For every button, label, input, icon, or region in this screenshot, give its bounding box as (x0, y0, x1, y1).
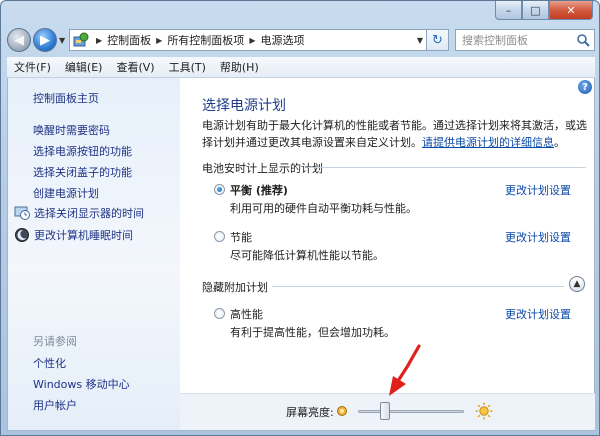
sidebar-item-lid-close[interactable]: 选择关闭盖子的功能 (33, 164, 132, 180)
plan-details-link[interactable]: 请提供电源计划的详细信息 (422, 136, 554, 149)
moon-sleep-icon (15, 228, 29, 242)
close-button[interactable]: ✕ (549, 1, 593, 20)
divider (272, 286, 564, 287)
content-area: 控制面板主页 唤醒时需要密码 选择电源按钮的功能 选择关闭盖子的功能 创建电源计… (7, 78, 595, 431)
sidebar-item-control-panel-home[interactable]: 控制面板主页 (33, 90, 99, 106)
back-arrow-icon: ◀ (14, 32, 24, 48)
forward-arrow-icon: ▶ (40, 32, 50, 48)
plan-balanced-description: 利用可用的硬件自动平衡功耗与性能。 (230, 202, 417, 215)
menu-help[interactable]: 帮助(H) (213, 57, 266, 78)
plan-balanced-radio[interactable] (214, 184, 225, 195)
battery-meter-plans-heading: 电池安时计上显示的计划 (202, 162, 323, 175)
sidebar-item-user-accounts[interactable]: 用户帐户 (33, 397, 77, 413)
breadcrumb-separator[interactable]: ▶ (156, 36, 162, 45)
brightness-slider-thumb[interactable] (379, 402, 390, 420)
change-plan-settings-balanced-link[interactable]: 更改计划设置 (505, 182, 571, 198)
forward-button[interactable]: ▶ (33, 28, 57, 52)
sidebar-item-create-plan[interactable]: 创建电源计划 (33, 185, 99, 201)
plan-balanced-name[interactable]: 平衡 (推荐) (230, 182, 288, 198)
brightness-slider[interactable] (358, 410, 464, 413)
menu-tools[interactable]: 工具(T) (162, 57, 213, 78)
breadcrumb-separator[interactable]: ▶ (249, 36, 255, 45)
chevron-up-icon: ▲ (573, 279, 581, 289)
sidebar: 控制面板主页 唤醒时需要密码 选择电源按钮的功能 选择关闭盖子的功能 创建电源计… (8, 78, 180, 430)
breadcrumb-all-items[interactable]: 所有控制面板项 (167, 32, 244, 48)
plan-high-performance-radio[interactable] (214, 308, 225, 319)
sidebar-item-personalization[interactable]: 个性化 (33, 355, 66, 371)
plan-power-saver-name[interactable]: 节能 (230, 229, 252, 245)
search-placeholder: 搜索控制面板 (462, 34, 528, 47)
address-bar[interactable]: ▶ 控制面板 ▶ 所有控制面板项 ▶ 电源选项 ▼ (69, 29, 427, 51)
refresh-button[interactable]: ↻ (427, 29, 449, 51)
sidebar-item-require-password[interactable]: 唤醒时需要密码 (33, 122, 110, 138)
bright-brightness-icon (475, 402, 493, 420)
breadcrumb-control-panel[interactable]: 控制面板 (107, 32, 151, 48)
search-input[interactable]: 搜索控制面板 (455, 29, 595, 51)
hide-additional-plans-heading[interactable]: 隐藏附加计划 (202, 279, 268, 295)
caption-buttons: – □ ✕ (495, 1, 593, 21)
maximize-button[interactable]: □ (522, 1, 549, 20)
page-description: 电源计划有助于最大化计算机的性能或者节能。通过选择计划来将其激活，或选择计划并通… (202, 117, 587, 151)
window-frame: – □ ✕ ◀ ▶ ▼ ▶ 控制面板 ▶ 所有控制面板项 ▶ 电源选项 ▼ ↻ … (0, 0, 600, 436)
address-dropdown-icon[interactable]: ▼ (417, 36, 423, 45)
plan-high-performance-name[interactable]: 高性能 (230, 306, 263, 322)
sidebar-item-display-off[interactable]: 选择关闭显示器的时间 (14, 205, 144, 221)
menu-file[interactable]: 文件(F) (7, 57, 58, 78)
sidebar-item-sleep-time[interactable]: 更改计算机睡眠时间 (14, 227, 133, 243)
menu-bar: 文件(F) 编辑(E) 查看(V) 工具(T) 帮助(H) (7, 57, 595, 78)
plan-power-saver-radio[interactable] (214, 231, 225, 242)
divider (308, 167, 586, 168)
brightness-label: 屏幕亮度: (286, 406, 334, 419)
change-plan-settings-high-performance-link[interactable]: 更改计划设置 (505, 306, 571, 322)
plan-power-saver-description: 尽可能降低计算机性能以节能。 (230, 249, 384, 262)
dim-brightness-icon (337, 406, 347, 416)
back-button[interactable]: ◀ (7, 28, 31, 52)
change-plan-settings-power-saver-link[interactable]: 更改计划设置 (505, 229, 571, 245)
main-panel: ? 选择电源计划 电源计划有助于最大化计算机的性能或者节能。通过选择计划来将其激… (180, 78, 595, 430)
sidebar-item-label: 更改计算机睡眠时间 (34, 229, 133, 242)
refresh-icon: ↻ (432, 32, 443, 48)
sidebar-item-label: 选择关闭显示器的时间 (34, 207, 144, 220)
breadcrumb-separator[interactable]: ▶ (96, 36, 102, 45)
recent-pages-dropdown[interactable]: ▼ (59, 36, 65, 45)
see-also-heading: 另请参阅 (33, 335, 77, 348)
sidebar-item-power-buttons[interactable]: 选择电源按钮的功能 (33, 143, 132, 159)
plan-high-performance-description: 有利于提高性能，但会增加功耗。 (230, 326, 395, 339)
minimize-button[interactable]: – (495, 1, 522, 20)
navigation-row: ◀ ▶ ▼ ▶ 控制面板 ▶ 所有控制面板项 ▶ 电源选项 ▼ ↻ 搜索控制面板 (7, 27, 595, 53)
search-icon[interactable] (576, 33, 590, 47)
display-schedule-icon (14, 206, 30, 220)
brightness-footer: 屏幕亮度: (180, 393, 595, 430)
description-end: 。 (554, 136, 565, 149)
help-button[interactable]: ? (578, 80, 592, 94)
collapse-additional-plans-button[interactable]: ▲ (569, 276, 585, 292)
menu-view[interactable]: 查看(V) (109, 57, 161, 78)
page-title: 选择电源计划 (202, 98, 286, 114)
sidebar-item-mobility-center[interactable]: Windows 移动中心 (33, 376, 130, 392)
breadcrumb-power-options[interactable]: 电源选项 (260, 32, 304, 48)
menu-edit[interactable]: 编辑(E) (58, 57, 110, 78)
control-panel-icon (73, 32, 89, 47)
